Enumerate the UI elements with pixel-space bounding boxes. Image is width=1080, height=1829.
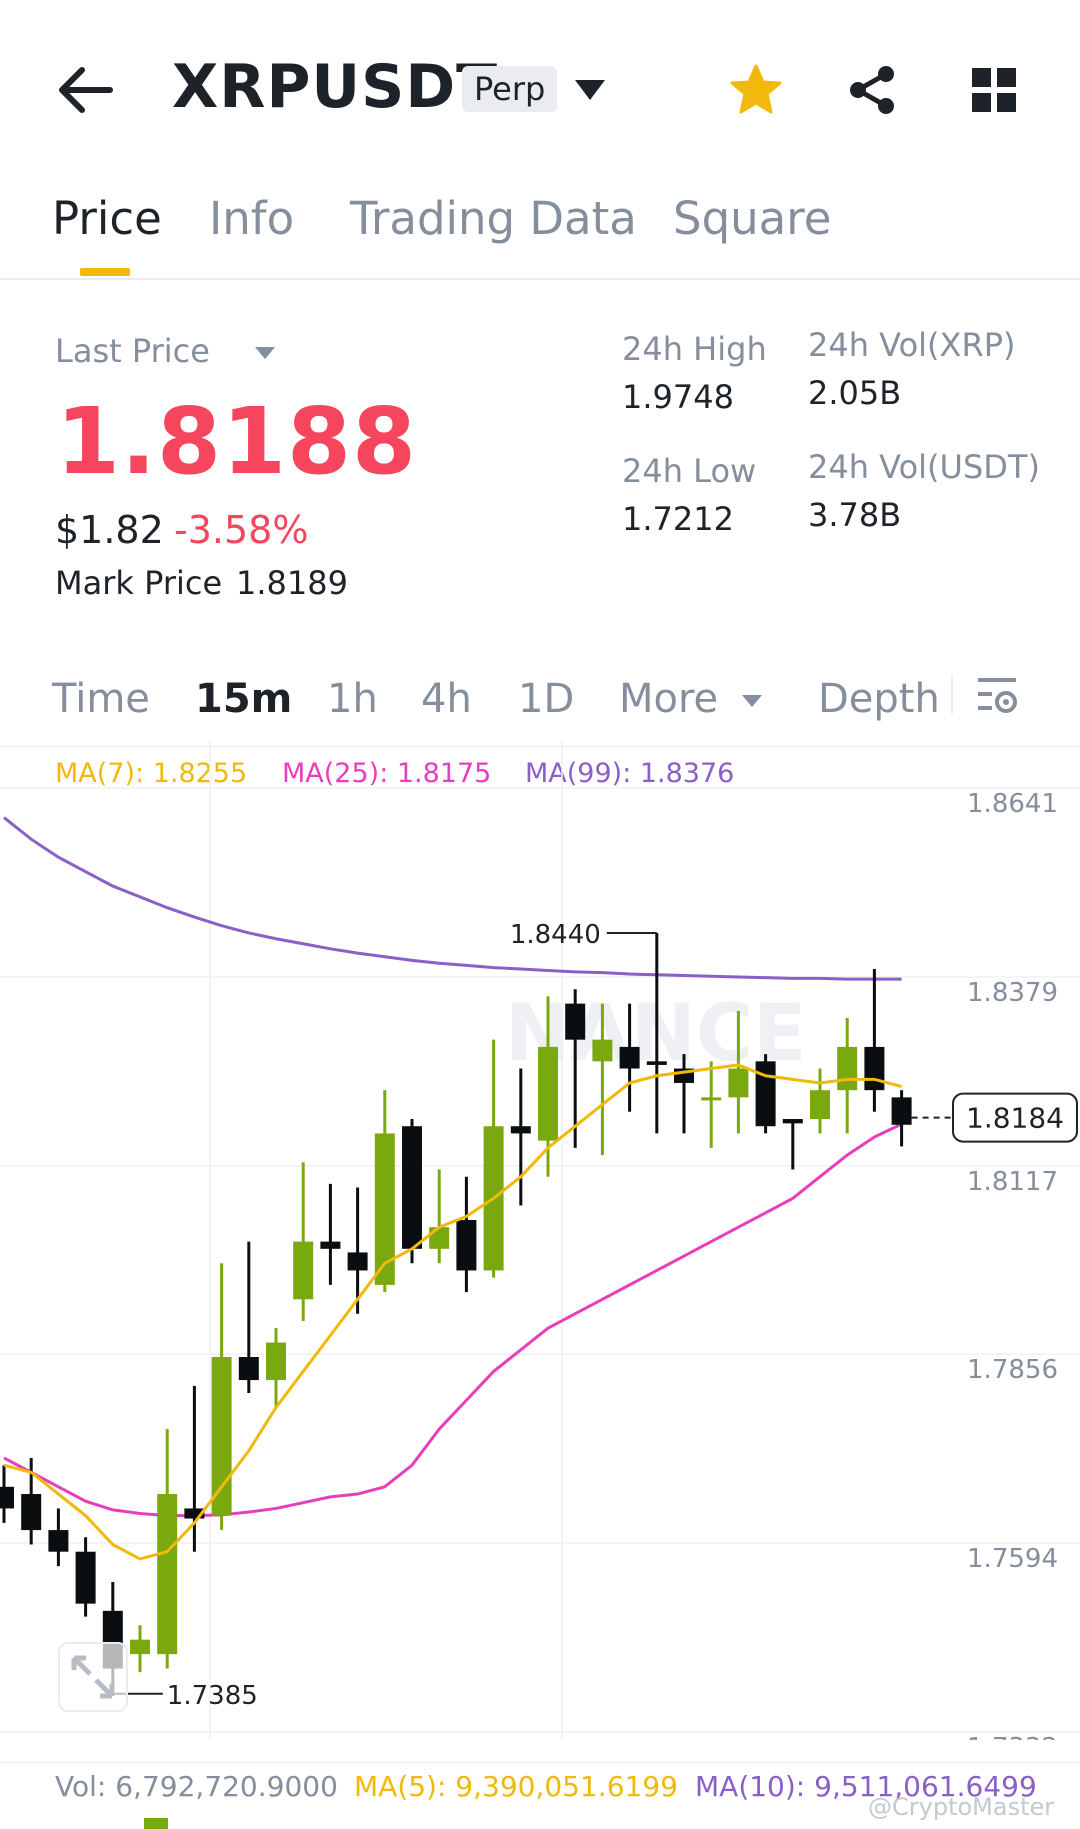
- change-percent: -3.58%: [174, 508, 309, 552]
- back-arrow-icon: [59, 67, 113, 113]
- timeframe-more[interactable]: More: [619, 676, 763, 722]
- ma25-line: [3, 1122, 903, 1518]
- candle-up: [266, 1342, 286, 1381]
- caret-down-icon: [255, 347, 276, 359]
- price-chart[interactable]: NANCE 1.84401.7385 1.86411.83791.81171.7…: [0, 740, 1080, 1740]
- ma99-line: [3, 816, 902, 981]
- share-button[interactable]: [844, 62, 900, 122]
- grid-icon: [972, 68, 1016, 112]
- y-tick-label: 1.7332: [967, 1733, 1058, 1740]
- high-marker-label: 1.8440: [510, 920, 601, 950]
- tab-square[interactable]: Square: [673, 192, 831, 245]
- volume-divider: [0, 1762, 1080, 1763]
- y-tick-label: 1.8641: [967, 789, 1058, 819]
- candle-down: [864, 1046, 885, 1091]
- chart-settings-button[interactable]: [976, 674, 1020, 722]
- contract-type-badge: Perp: [462, 66, 558, 112]
- chart-settings-icon: [978, 678, 1017, 713]
- tab-price[interactable]: Price: [52, 192, 162, 245]
- volume-bar-stub: [144, 1818, 168, 1829]
- last-price-label: Last Price: [55, 332, 210, 370]
- candle-up: [429, 1227, 450, 1249]
- candle-down: [565, 1003, 586, 1040]
- back-button[interactable]: [52, 62, 118, 118]
- candle-up: [211, 1356, 232, 1516]
- high-label: 24h High: [622, 330, 767, 368]
- low-value: 1.7212: [622, 500, 734, 538]
- candle-down: [21, 1494, 42, 1531]
- y-tick-label: 1.8117: [967, 1167, 1058, 1197]
- fullscreen-button[interactable]: [58, 1642, 128, 1712]
- depth-tab[interactable]: Depth: [818, 676, 940, 722]
- usd-price: $1.82: [55, 508, 164, 552]
- vol-usdt-value: 3.78B: [808, 496, 902, 534]
- candle-up: [837, 1046, 858, 1091]
- symbol-dropdown-button[interactable]: [573, 78, 607, 106]
- tabs-divider: [0, 278, 1080, 280]
- candle-up: [538, 1046, 558, 1141]
- candle-down: [755, 1061, 776, 1127]
- y-tick-label: 1.8379: [967, 978, 1058, 1008]
- caret-down-icon: [575, 80, 605, 100]
- ma7-line: [3, 1063, 902, 1561]
- candle-down: [510, 1126, 531, 1134]
- timeframe-time[interactable]: Time: [52, 676, 150, 722]
- low-label: 24h Low: [622, 452, 757, 490]
- vol-xrp-label: 24h Vol(XRP): [808, 326, 1016, 364]
- last-price: 1.8188: [56, 388, 418, 495]
- candle-down: [75, 1551, 96, 1604]
- candle-down: [320, 1241, 341, 1249]
- tf-separator: [951, 674, 953, 714]
- candle-up: [130, 1639, 150, 1655]
- expand-icon: [71, 1655, 115, 1699]
- symbol-title[interactable]: XRPUSDT: [172, 52, 498, 122]
- favorite-button[interactable]: [728, 62, 784, 122]
- mark-price: 1.8189: [236, 564, 348, 602]
- candle-down: [0, 1486, 14, 1509]
- candle-down: [456, 1219, 477, 1271]
- candle-down: [619, 1046, 640, 1069]
- candle-up: [293, 1241, 314, 1300]
- candle-down: [782, 1119, 803, 1124]
- active-tab-indicator: [80, 268, 130, 276]
- caret-down-icon: [741, 695, 762, 707]
- tab-trading-data[interactable]: Trading Data: [350, 192, 637, 245]
- candle-down: [347, 1252, 368, 1271]
- high-value: 1.9748: [622, 378, 734, 416]
- vol-xrp-value: 2.05B: [808, 374, 902, 412]
- volume-value: Vol: 6,792,720.9000: [55, 1770, 338, 1803]
- mark-price-label: Mark Price: [55, 564, 223, 602]
- candle-down: [646, 1061, 667, 1065]
- timeframe-15m[interactable]: 15m: [195, 676, 292, 722]
- candle-up: [728, 1068, 749, 1098]
- candle-up: [701, 1097, 722, 1101]
- current-price-tag-label: 1.8184: [966, 1102, 1064, 1135]
- watermark-handle: @CryptoMaster: [868, 1793, 1055, 1821]
- timeframe-more-label: More: [619, 676, 719, 722]
- low-marker-label: 1.7385: [167, 1681, 258, 1711]
- last-price-selector[interactable]: Last Price: [55, 332, 276, 370]
- vol-usdt-label: 24h Vol(USDT): [808, 448, 1040, 486]
- candle-up: [592, 1039, 613, 1062]
- timeframe-1d[interactable]: 1D: [518, 676, 574, 722]
- share-icon: [850, 66, 894, 114]
- candle-up: [810, 1090, 830, 1120]
- tab-info[interactable]: Info: [209, 192, 294, 245]
- timeframe-1h[interactable]: 1h: [327, 676, 378, 722]
- y-tick-label: 1.7594: [967, 1544, 1058, 1574]
- volume-ma5: MA(5): 9,390,051.6199: [354, 1770, 678, 1803]
- timeframe-4h[interactable]: 4h: [421, 676, 472, 722]
- layout-button[interactable]: [970, 66, 1018, 118]
- candle-up: [157, 1494, 178, 1655]
- candle-down: [402, 1126, 422, 1249]
- candle-down: [48, 1530, 69, 1552]
- candle-down: [238, 1356, 259, 1381]
- y-tick-label: 1.7856: [967, 1355, 1058, 1385]
- candle-down: [891, 1097, 912, 1125]
- star-icon: [730, 64, 782, 114]
